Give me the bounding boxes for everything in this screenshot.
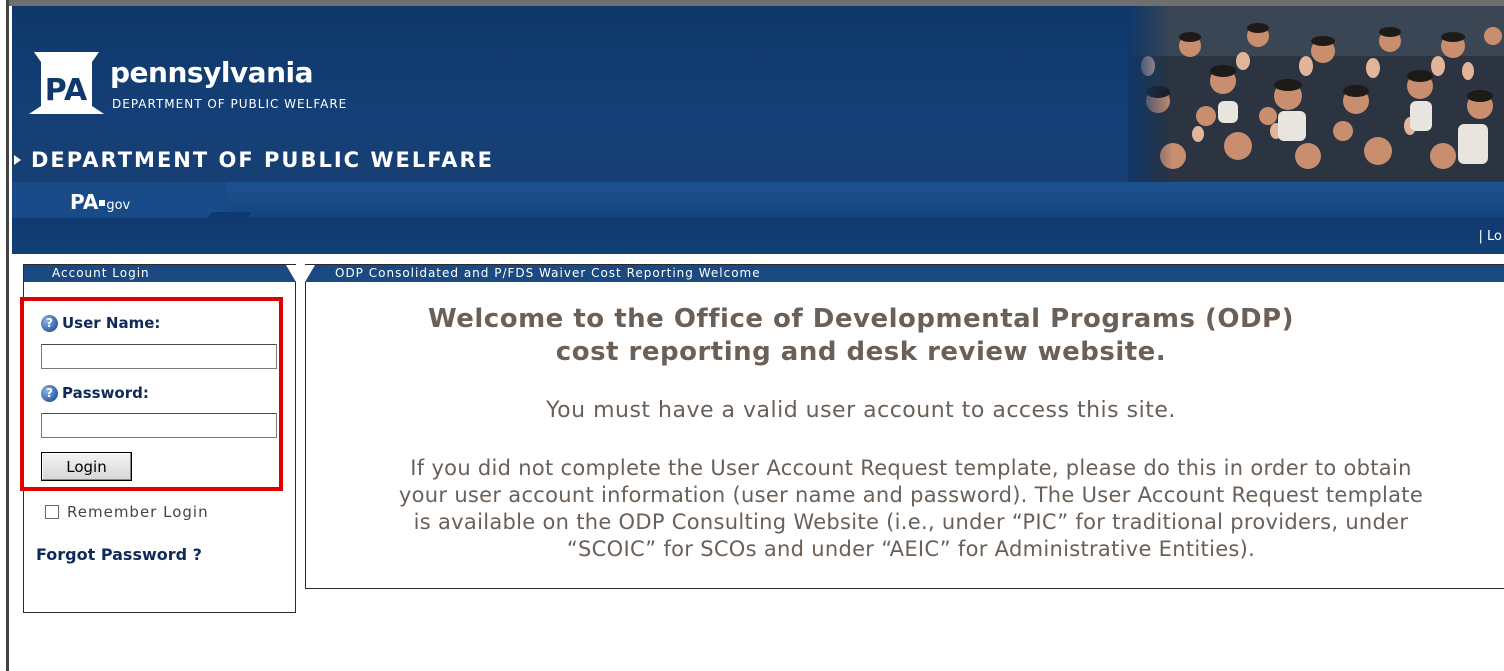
nav-bar: PA gov | Lo bbox=[12, 182, 1504, 254]
instructions-line4: “SCOIC” for SCOs and under “AEIC” for Ad… bbox=[566, 537, 1256, 561]
page: PA pennsylvania DEPARTMENT OF PUBLIC WEL… bbox=[0, 0, 1504, 671]
account-required-text: You must have a valid user account to ac… bbox=[546, 398, 1176, 423]
remember-login[interactable]: Remember Login bbox=[45, 503, 209, 521]
pa-keystone-logo-icon[interactable]: PA bbox=[28, 50, 105, 116]
dot-icon bbox=[99, 200, 106, 206]
pa-gov-link[interactable]: PA gov bbox=[70, 190, 130, 214]
logo-text: PA bbox=[45, 73, 88, 108]
welcome-heading-line1: Welcome to the Office of Developmental P… bbox=[428, 304, 1294, 334]
logout-link[interactable]: | Lo bbox=[1479, 229, 1502, 244]
panel-header: Account Login bbox=[24, 265, 296, 282]
welcome-panel: ODP Consolidated and P/FDS Waiver Cost R… bbox=[305, 264, 1504, 589]
brand-subtitle: DEPARTMENT OF PUBLIC WELFARE bbox=[112, 97, 348, 111]
window-left-edge bbox=[0, 0, 9, 671]
pa-gov-prefix: PA bbox=[70, 190, 99, 214]
arrow-right-icon bbox=[14, 155, 21, 165]
welcome-heading: Welcome to the Office of Developmental P… bbox=[306, 303, 1416, 369]
site-header: PA pennsylvania DEPARTMENT OF PUBLIC WEL… bbox=[12, 6, 1504, 182]
account-login-title: Account Login bbox=[52, 266, 150, 280]
remember-login-label: Remember Login bbox=[67, 503, 209, 521]
forgot-password-link[interactable]: Forgot Password ? bbox=[36, 545, 202, 564]
instructions-line1: If you did not complete the User Account… bbox=[410, 456, 1412, 480]
brand-name[interactable]: pennsylvania bbox=[110, 56, 314, 89]
welcome-heading-line2: cost reporting and desk review website. bbox=[555, 337, 1167, 367]
account-request-instructions: If you did not complete the User Account… bbox=[316, 455, 1504, 563]
department-title-text: DEPARTMENT OF PUBLIC WELFARE bbox=[31, 148, 494, 172]
instructions-line3: is available on the ODP Consulting Websi… bbox=[413, 510, 1409, 534]
remember-login-checkbox[interactable] bbox=[45, 505, 59, 519]
login-fields-highlight bbox=[20, 297, 283, 491]
pa-gov-suffix: gov bbox=[106, 198, 131, 213]
welcome-panel-header: ODP Consolidated and P/FDS Waiver Cost R… bbox=[305, 265, 1504, 282]
department-title: DEPARTMENT OF PUBLIC WELFARE bbox=[14, 148, 494, 172]
instructions-line2: your user account information (user name… bbox=[398, 483, 1424, 507]
crowd-photo bbox=[1128, 6, 1504, 182]
welcome-panel-title: ODP Consolidated and P/FDS Waiver Cost R… bbox=[335, 266, 761, 280]
